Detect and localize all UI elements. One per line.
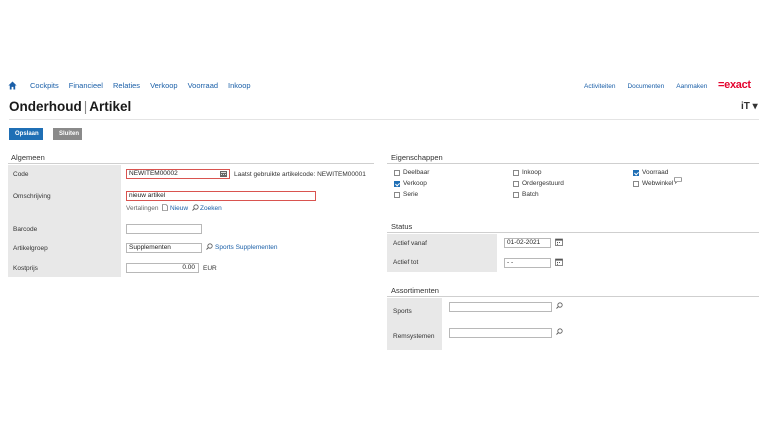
page-title-sub: Artikel [89, 99, 132, 114]
description-input[interactable]: nieuw artikel [126, 191, 316, 201]
section-status-title: Status [391, 222, 413, 231]
checkbox-inkoop[interactable] [513, 170, 519, 176]
nav-activiteiten[interactable]: Activiteiten [584, 83, 615, 90]
algemeen-label-column [8, 165, 121, 277]
active-to-label: Actief tot [393, 259, 419, 266]
search-translation-link[interactable]: Zoeken [200, 205, 222, 212]
sports-input[interactable] [449, 302, 552, 312]
checkbox-webwinkel[interactable] [633, 181, 639, 187]
remsystemen-input[interactable] [449, 328, 552, 338]
active-from-input[interactable]: 01-02-2021 [504, 238, 551, 248]
cost-price-label: Kostprijs [13, 265, 38, 272]
checkbox-ordergestuurd[interactable] [513, 181, 519, 187]
section-algemeen-divider [8, 163, 374, 164]
section-assortimenten-title: Assortimenten [391, 286, 439, 295]
assortimenten-label-column [387, 298, 442, 350]
nav-relaties[interactable]: Relaties [113, 81, 140, 90]
translations-label: Vertalingen [126, 205, 159, 212]
page-header: Onderhoud | Artikel iT ▾ [9, 99, 759, 117]
remsystemen-label: Remsystemen [393, 333, 435, 340]
checkbox-webwinkel-label: Webwinkel [642, 180, 674, 187]
page-title-main: Onderhoud [9, 99, 82, 114]
checkbox-deelbaar[interactable] [394, 170, 400, 176]
item-group-input[interactable]: Supplementen [126, 243, 202, 253]
nav-documenten[interactable]: Documenten [627, 83, 664, 90]
section-algemeen-title: Algemeen [11, 153, 45, 162]
checkbox-verkoop[interactable] [394, 181, 400, 187]
sports-label: Sports [393, 308, 412, 315]
speech-bubble-icon[interactable] [674, 177, 682, 184]
document-icon[interactable] [162, 204, 168, 211]
checkbox-voorraad-label: Voorraad [642, 169, 669, 176]
top-nav: Cockpits Financieel Relaties Verkoop Voo… [0, 78, 768, 94]
description-label: Omschrijving [13, 193, 51, 200]
last-code-text: Laatst gebruikte artikelcode: NEWITEM000… [234, 171, 366, 178]
code-label: Code [13, 171, 29, 178]
section-assortimenten-divider [387, 296, 759, 297]
section-status-divider [387, 232, 759, 233]
cost-price-input[interactable]: 0.00 [126, 263, 199, 273]
barcode-label: Barcode [13, 226, 38, 233]
nav-verkoop[interactable]: Verkoop [150, 81, 178, 90]
search-icon[interactable] [192, 204, 199, 211]
nav-financieel[interactable]: Financieel [69, 81, 103, 90]
it-menu-icon[interactable]: iT ▾ [741, 101, 758, 112]
checkbox-inkoop-label: Inkoop [522, 169, 542, 176]
calculator-icon[interactable] [220, 171, 227, 177]
checkbox-verkoop-label: Verkoop [403, 180, 427, 187]
checkbox-deelbaar-label: Deelbaar [403, 169, 430, 176]
checkbox-serie[interactable] [394, 192, 400, 198]
exact-logo: =exact [718, 79, 751, 91]
sports-search-icon[interactable] [556, 302, 563, 309]
title-separator: | [83, 99, 88, 114]
code-input[interactable]: NEWITEM00002 [126, 169, 230, 179]
nav-cockpits[interactable]: Cockpits [30, 81, 59, 90]
checkbox-serie-label: Serie [403, 191, 419, 198]
remsystemen-search-icon[interactable] [556, 328, 563, 335]
item-group-link[interactable]: Sports Supplementen [215, 244, 278, 251]
checkbox-batch-label: Batch [522, 191, 539, 198]
home-icon[interactable] [8, 81, 17, 90]
nav-voorraad[interactable]: Voorraad [188, 81, 218, 90]
active-from-label: Actief vanaf [393, 240, 427, 247]
calendar-icon[interactable] [555, 258, 563, 266]
active-to-input[interactable]: - - [504, 258, 551, 268]
section-eigenschappen-divider [387, 163, 759, 164]
checkbox-ordergestuurd-label: Ordergestuurd [522, 180, 564, 187]
item-group-label: Artikelgroep [13, 245, 48, 252]
checkbox-voorraad[interactable] [633, 170, 639, 176]
page-title: Onderhoud | Artikel [9, 99, 759, 114]
barcode-input[interactable] [126, 224, 202, 234]
title-divider [9, 119, 759, 120]
item-group-search-icon[interactable] [206, 243, 213, 250]
save-button[interactable]: Opslaan [9, 128, 43, 140]
section-eigenschappen-title: Eigenschappen [391, 153, 443, 162]
calendar-icon[interactable] [555, 238, 563, 246]
currency-text: EUR [203, 265, 217, 272]
close-button[interactable]: Sluiten [53, 128, 82, 140]
new-translation-link[interactable]: Nieuw [170, 205, 188, 212]
nav-inkoop[interactable]: Inkoop [228, 81, 251, 90]
checkbox-batch[interactable] [513, 192, 519, 198]
nav-aanmaken[interactable]: Aanmaken [676, 83, 707, 90]
